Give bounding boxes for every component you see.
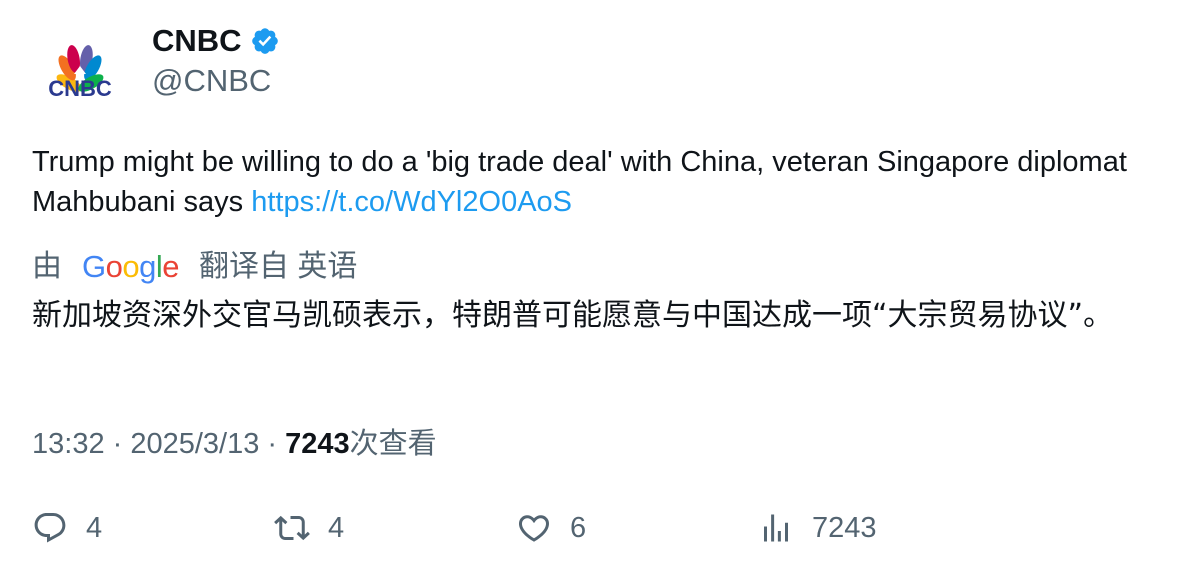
avatar[interactable]: CNBC	[32, 28, 128, 124]
translation-attribution: 由 Google 翻译自 英语	[32, 246, 357, 288]
tweet-link[interactable]: https://t.co/WdYl2O0AoS	[251, 186, 572, 218]
like-count: 6	[570, 511, 587, 544]
translation-prefix: 由	[32, 250, 62, 283]
verified-badge-icon	[250, 26, 280, 56]
views-action-count: 7243	[812, 511, 877, 544]
tweet-date[interactable]: 2025/3/13	[130, 428, 259, 460]
tweet-body: Trump might be willing to do a 'big trad…	[32, 146, 1127, 218]
author-name-row: CNBC	[152, 22, 280, 60]
like-button[interactable]: 6	[516, 510, 586, 546]
google-logo[interactable]: Google	[82, 246, 180, 288]
retweet-count: 4	[328, 511, 345, 544]
translation-suffix: 翻译自 英语	[199, 250, 358, 283]
tweet-time[interactable]: 13:32	[32, 428, 105, 460]
meta-separator: ·	[259, 428, 286, 460]
retweet-button[interactable]: 4	[274, 510, 344, 546]
meta-separator: ·	[104, 428, 131, 460]
translated-text: 新加坡资深外交官马凯硕表示，特朗普可能愿意与中国达成一项“大宗贸易协议”。	[32, 298, 1114, 333]
tweet-meta: 13:32 · 2025/3/13 · 7243次查看	[32, 424, 437, 464]
action-bar: 4 4 6 7243	[32, 510, 1172, 554]
heart-icon	[518, 515, 550, 542]
views-button[interactable]: 7243	[758, 510, 877, 546]
tweet-text: Trump might be willing to do a 'big trad…	[32, 142, 1152, 222]
views-label: 次查看	[349, 428, 437, 460]
views-count: 7243	[285, 428, 350, 460]
reply-icon	[34, 513, 66, 543]
avatar-label: CNBC	[48, 76, 112, 101]
cnbc-peacock-logo: CNBC	[48, 45, 112, 101]
author-handle[interactable]: @CNBC	[152, 62, 271, 100]
reply-button[interactable]: 4	[32, 510, 102, 546]
retweet-icon	[274, 515, 310, 541]
views-chart-icon	[764, 514, 788, 542]
author-name[interactable]: CNBC	[152, 22, 242, 60]
reply-count: 4	[86, 511, 103, 544]
